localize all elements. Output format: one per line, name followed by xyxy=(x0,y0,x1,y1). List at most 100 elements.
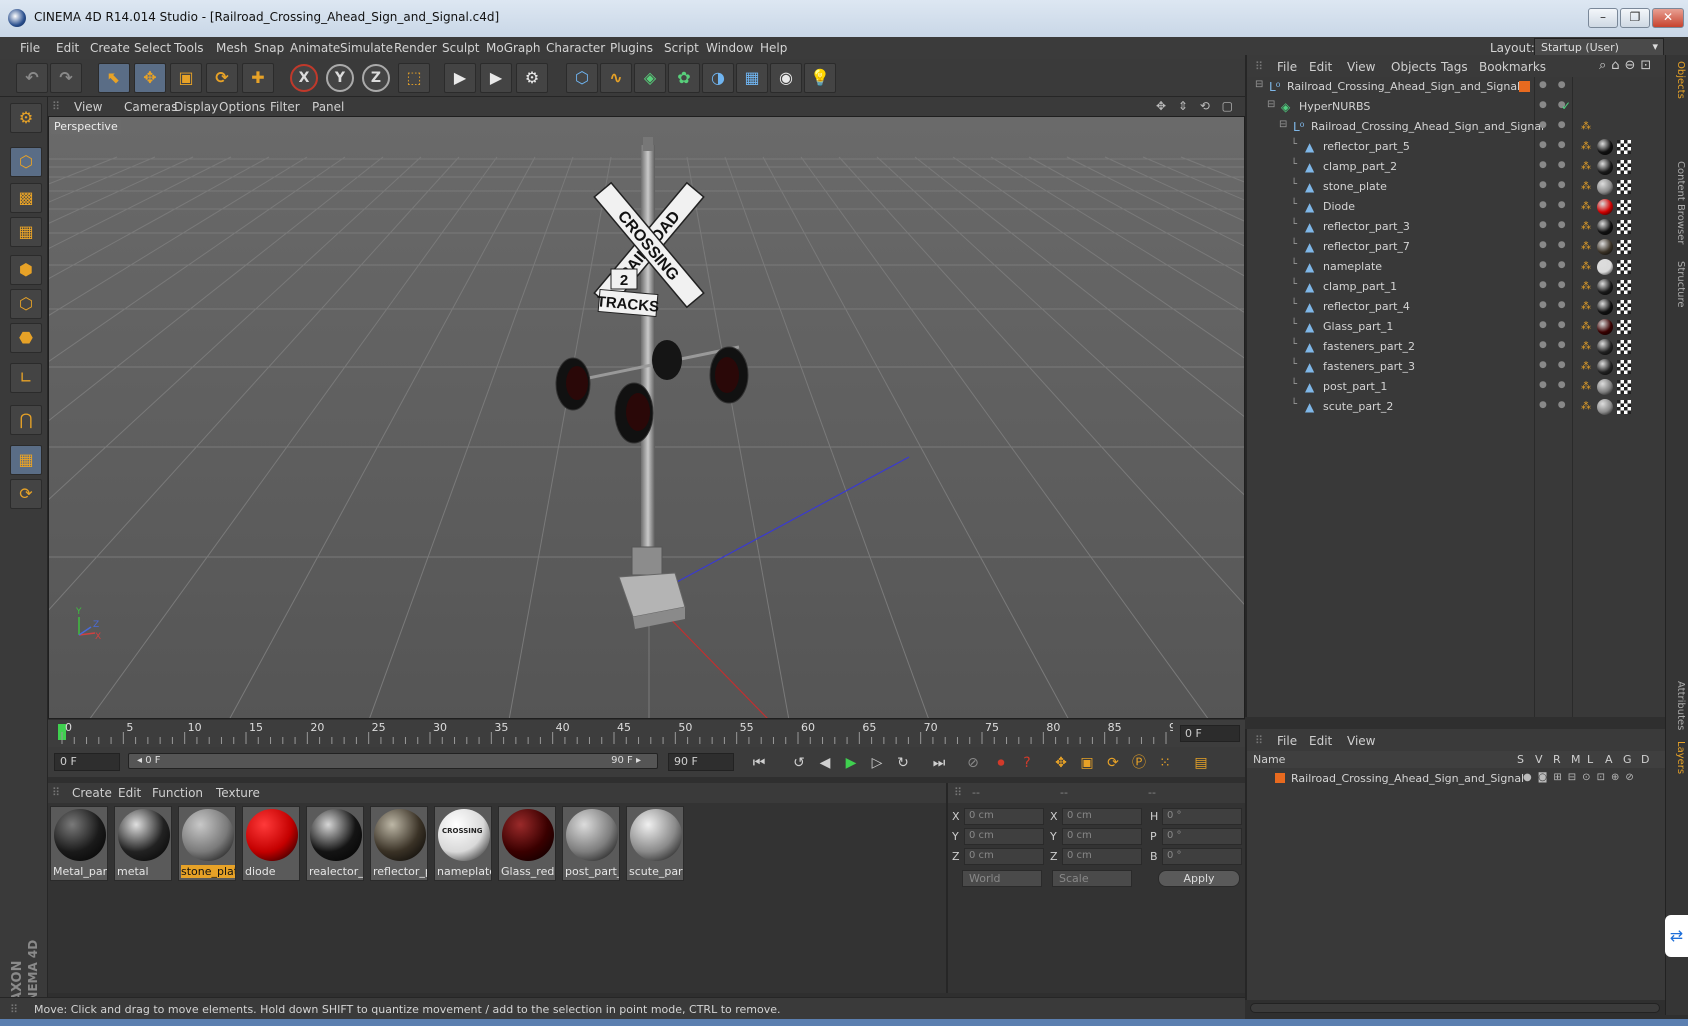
restore-button[interactable]: ❐ xyxy=(1620,8,1650,28)
expand-toggle-icon[interactable]: ⊟ xyxy=(1267,99,1275,110)
visibility-dots-icon[interactable]: ● ● xyxy=(1539,160,1570,170)
menu-file[interactable]: File xyxy=(20,41,40,55)
coord-value-field[interactable]: 0 ° xyxy=(1162,808,1242,825)
layer-column-l[interactable]: L xyxy=(1587,753,1593,766)
side-tab-layers[interactable]: Layers xyxy=(1669,741,1686,774)
visibility-dots-icon[interactable]: ● ● xyxy=(1539,320,1570,330)
object-label[interactable]: scute_part_2 xyxy=(1323,400,1393,413)
expand-toggle-icon[interactable]: └ xyxy=(1291,339,1297,350)
redo-icon[interactable]: ↷ xyxy=(50,63,82,93)
side-tab-content-browser[interactable]: Content Browser xyxy=(1669,161,1686,244)
object-row[interactable]: └ ▲ reflector_part_4 ● ● ⁂ xyxy=(1247,297,1667,317)
phong-tag-icon[interactable]: ⁂ xyxy=(1581,241,1591,252)
minimize-button[interactable]: – xyxy=(1588,8,1618,28)
layer-horizontal-scrollbar[interactable] xyxy=(1250,1003,1660,1013)
coord-value-field[interactable]: 0 cm xyxy=(964,808,1044,825)
object-label[interactable]: post_part_1 xyxy=(1323,380,1387,393)
phong-tag-icon[interactable]: ⁂ xyxy=(1581,321,1591,332)
next-frame-icon[interactable]: ▷ xyxy=(866,753,888,773)
object-menu-bookmarks[interactable]: Bookmarks xyxy=(1479,60,1546,74)
menu-help[interactable]: Help xyxy=(760,41,787,55)
menu-snap[interactable]: Snap xyxy=(254,41,284,55)
object-menu-edit[interactable]: Edit xyxy=(1309,60,1332,74)
camera-icon[interactable]: ◉ xyxy=(770,63,802,93)
phong-tag-icon[interactable]: ⁂ xyxy=(1581,281,1591,292)
spline-icon[interactable]: ∿ xyxy=(600,63,632,93)
material-tag-icon[interactable] xyxy=(1597,179,1613,195)
material-tag-icon[interactable] xyxy=(1597,279,1613,295)
array-icon[interactable]: ✿ xyxy=(668,63,700,93)
material-tag-icon[interactable] xyxy=(1597,259,1613,275)
side-tab-attributes[interactable]: Attributes xyxy=(1669,681,1686,730)
object-label[interactable]: reflector_part_3 xyxy=(1323,220,1410,233)
phong-tag-icon[interactable]: ⁂ xyxy=(1581,181,1591,192)
viewport-menu-view[interactable]: View xyxy=(74,100,102,114)
expand-toggle-icon[interactable]: └ xyxy=(1291,239,1297,250)
record-keys-icon[interactable]: ⊘ xyxy=(962,753,984,773)
side-tab-structure[interactable]: Structure xyxy=(1669,261,1686,308)
uvw-tag-icon[interactable] xyxy=(1617,160,1631,174)
expand-toggle-icon[interactable]: └ xyxy=(1291,219,1297,230)
coord-value-field[interactable]: 0 cm xyxy=(1062,848,1142,865)
coord-value-field[interactable]: 0 cm xyxy=(1062,828,1142,845)
key-pla-icon[interactable]: ⁙ xyxy=(1154,753,1176,773)
material-tag-icon[interactable] xyxy=(1597,359,1613,375)
coord-value-field[interactable]: 0 ° xyxy=(1162,848,1242,865)
object-row[interactable]: └ ▲ Diode ● ● ⁂ xyxy=(1247,197,1667,217)
deformer-icon[interactable]: ◑ xyxy=(702,63,734,93)
material-tag-icon[interactable] xyxy=(1597,299,1613,315)
undo-icon[interactable]: ↶ xyxy=(16,63,48,93)
phong-tag-icon[interactable]: ⁂ xyxy=(1581,301,1591,312)
expand-toggle-icon[interactable]: └ xyxy=(1291,379,1297,390)
material-tag-icon[interactable] xyxy=(1597,319,1613,335)
material-menu-edit[interactable]: Edit xyxy=(118,786,141,800)
object-row[interactable]: ⊟ ◈ HyperNURBS ● ● ✓ xyxy=(1247,97,1667,117)
key-rotation-icon[interactable]: ⟳ xyxy=(1102,753,1124,773)
live-selection-icon[interactable]: ⬉ xyxy=(98,63,130,93)
visibility-dots-icon[interactable]: ● ● xyxy=(1539,360,1570,370)
layer-column-v[interactable]: V xyxy=(1535,753,1543,766)
material-swatch[interactable]: CROSSING nameplate xyxy=(434,806,492,881)
previous-key-icon[interactable]: ↺ xyxy=(788,753,810,773)
viewport-menu-filter[interactable]: Filter xyxy=(270,100,300,114)
object-row[interactable]: ⊟ L⁰ Railroad_Crossing_Ahead_Sign_and_Sign… xyxy=(1247,117,1667,137)
menu-animate[interactable]: Animate xyxy=(290,41,340,55)
material-tag-icon[interactable] xyxy=(1597,339,1613,355)
viewport-menu-panel[interactable]: Panel xyxy=(312,100,344,114)
nurbs-icon[interactable]: ◈ xyxy=(634,63,666,93)
scale-icon[interactable]: ▣ xyxy=(170,63,202,93)
current-frame-field[interactable]: 0 F xyxy=(1180,725,1240,742)
material-tag-icon[interactable] xyxy=(1597,239,1613,255)
uvw-tag-icon[interactable] xyxy=(1617,360,1631,374)
model-mode-icon[interactable]: ⚙ xyxy=(10,103,42,133)
uvw-tag-icon[interactable] xyxy=(1617,200,1631,214)
phong-tag-icon[interactable]: ⁂ xyxy=(1581,141,1591,152)
material-swatch[interactable]: reflector_p xyxy=(370,806,428,881)
object-label[interactable]: nameplate xyxy=(1323,260,1382,273)
object-menu-tags[interactable]: Tags xyxy=(1441,60,1468,74)
expand-toggle-icon[interactable]: └ xyxy=(1291,399,1297,410)
phong-tag-icon[interactable]: ⁂ xyxy=(1581,221,1591,232)
menu-tools[interactable]: Tools xyxy=(174,41,204,55)
object-label[interactable]: HyperNURBS xyxy=(1299,100,1370,113)
move-icon[interactable]: ✥ xyxy=(134,63,166,93)
phong-tag-icon[interactable]: ⁂ xyxy=(1581,361,1591,372)
object-label[interactable]: fasteners_part_3 xyxy=(1323,360,1415,373)
end-frame-field[interactable]: 90 F xyxy=(668,753,734,771)
enabled-check-icon[interactable]: ✓ xyxy=(1561,99,1571,113)
viewport-menu-display[interactable]: Display xyxy=(174,100,218,114)
material-swatch[interactable]: Glass_red xyxy=(498,806,556,881)
phong-tag-icon[interactable]: ⁂ xyxy=(1581,261,1591,272)
y-axis-icon[interactable]: Y xyxy=(326,64,354,92)
expand-toggle-icon[interactable]: └ xyxy=(1291,259,1297,270)
object-label[interactable]: fasteners_part_2 xyxy=(1323,340,1415,353)
material-swatch[interactable]: scute_part xyxy=(626,806,684,881)
locked-workplane-icon[interactable]: ⟳ xyxy=(10,479,42,509)
timeline-ruler[interactable]: 0 5 10 15 20 25 30 35 40 45 50 55 60 65 70 75 80 85 90 0 F xyxy=(48,720,1245,747)
layer-column-m[interactable]: M xyxy=(1571,753,1581,766)
visibility-dots-icon[interactable]: ● ● xyxy=(1539,240,1570,250)
object-row[interactable]: └ ▲ fasteners_part_3 ● ● ⁂ xyxy=(1247,357,1667,377)
layer-column-s[interactable]: S xyxy=(1517,753,1524,766)
object-row[interactable]: └ ▲ fasteners_part_2 ● ● ⁂ xyxy=(1247,337,1667,357)
viewport-menu-options[interactable]: Options xyxy=(219,100,265,114)
